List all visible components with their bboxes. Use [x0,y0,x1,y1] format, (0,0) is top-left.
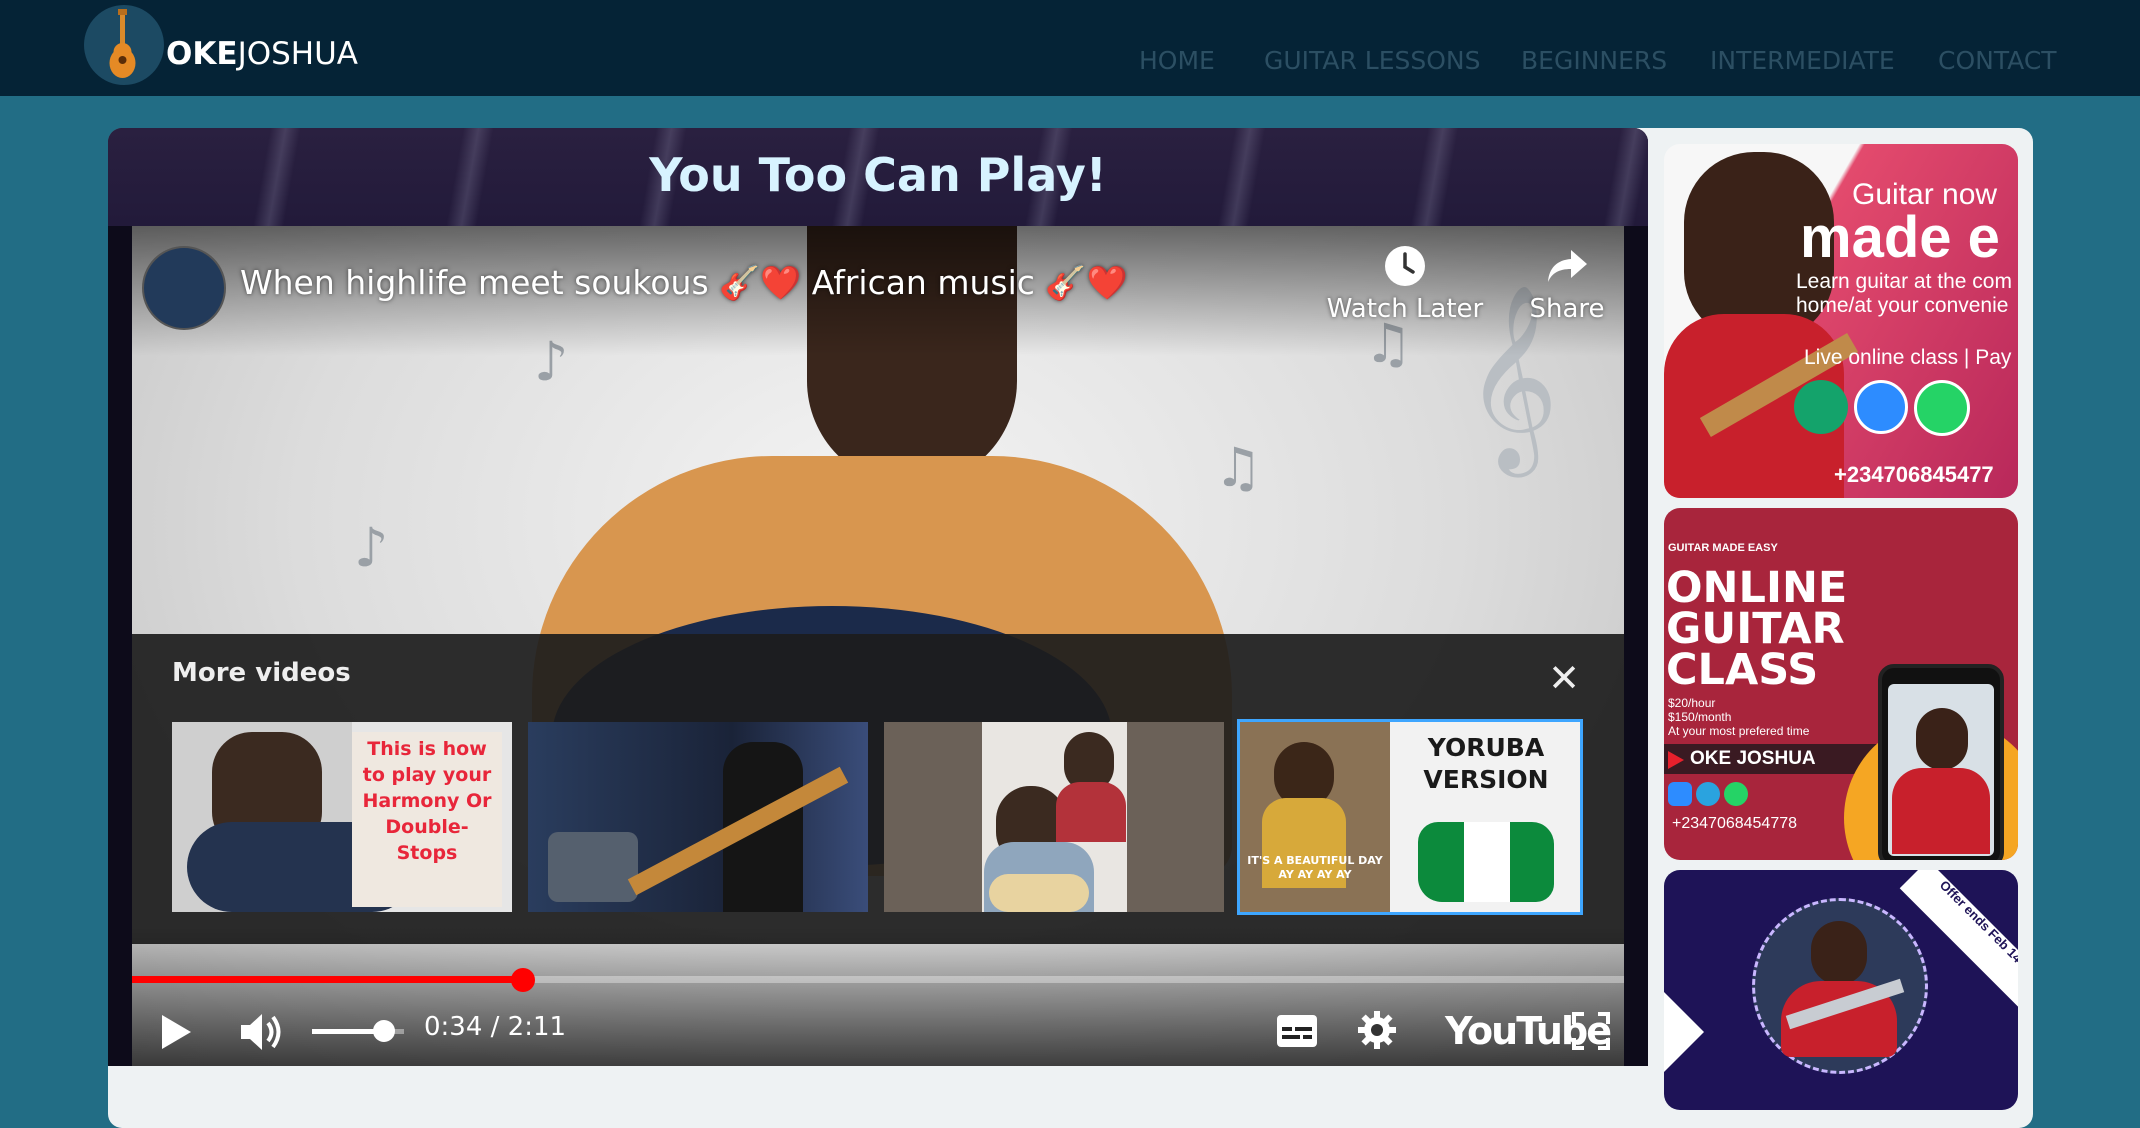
volume-handle[interactable] [372,1020,395,1042]
ad-guitar-made-easy[interactable]: Guitar now made e Learn guitar at the co… [1664,144,2018,498]
progress-bar[interactable] [132,968,1624,992]
ad1-phone: +234706845477 [1834,462,1994,487]
clock-icon [1385,246,1425,286]
play-triangle-icon [1668,751,1684,769]
brand-name[interactable]: OKEJOSHUA [166,36,358,72]
nav-contact[interactable]: CONTACT [1938,46,2057,75]
zoom-icon [1854,380,1908,434]
ad1-line5: Live online class | Pay [1804,346,2012,369]
whatsapp-icon [1724,782,1748,806]
phone-mockup [1878,664,2004,860]
whatsapp-icon [1914,380,1970,436]
youtube-player[interactable]: ♪ ♫ 𝄞 ♪ ♫ When highlife meet soukous 🎸❤️… [132,226,1624,1066]
thumb-4-subcaption: IT'S A BEAUTIFUL DAY AY AY AY AY [1247,854,1383,881]
ad1-line4: home/at your convenie [1796,294,2009,317]
music-note-icon: ♪ [354,516,389,579]
fullscreen-icon[interactable] [1572,1012,1610,1055]
scrubber-handle[interactable] [510,968,535,992]
music-note-icon: ♫ [1214,436,1263,499]
video-title[interactable]: When highlife meet soukous 🎸❤️ African m… [240,263,1128,303]
ad2-title: ONLINE GUITAR CLASS [1666,563,1848,695]
subtitles-icon[interactable] [1276,1014,1318,1053]
ad-offer[interactable]: Offer ends Feb 14 [1664,870,2018,1110]
suggested-video-thumb-4[interactable]: IT'S A BEAUTIFUL DAY AY AY AY AY YORUBA … [1237,719,1583,915]
volume-slider[interactable] [312,1020,404,1042]
suggested-video-thumb-1[interactable]: This is how to play your Harmony Or Doub… [172,722,512,912]
time-display: 0:34 / 2:11 [424,1012,567,1042]
more-videos-title: More videos [172,658,351,688]
close-icon[interactable]: ✕ [1544,658,1584,698]
volume-icon[interactable] [238,1010,284,1059]
nigeria-flag-icon [1418,822,1554,902]
ad2-phone: +2347068454778 [1672,815,1798,832]
share-arrow-icon [1548,250,1587,282]
zoom-icon [1668,782,1692,806]
share-label: Share [1529,294,1605,324]
brand-first: OKE [166,36,238,72]
ad1-line2: made e [1800,205,2000,270]
thumb-1-caption: This is how to play your Harmony Or Doub… [362,738,492,864]
arrow-icon [1664,992,1704,1072]
navbar: OKEJOSHUA HOME GUITAR LESSONS BEGINNERS … [0,0,2140,96]
nav-guitar-lessons[interactable]: GUITAR LESSONS [1264,46,1481,75]
nav-beginners[interactable]: BEGINNERS [1521,46,1667,75]
thumb-4-caption: YORUBA VERSION [1423,733,1549,794]
brand-last: JOSHUA [237,36,358,72]
ad-online-guitar-class[interactable]: GUITAR MADE EASY ONLINE GUITAR CLASS $20… [1664,508,2018,860]
section-header: You Too Can Play! [108,128,1648,226]
channel-avatar[interactable] [142,246,226,330]
share-button[interactable]: Share [1522,244,1612,324]
watch-later-button[interactable]: Watch Later [1325,244,1485,324]
guitar-logo-icon[interactable] [84,5,164,85]
play-icon[interactable] [158,1012,194,1057]
meet-icon [1794,380,1848,434]
ad1-line3: Learn guitar at the com [1796,270,2012,293]
ad2-prices: $20/hour $150/month At your most prefere… [1668,696,1810,738]
telegram-icon [1696,782,1720,806]
watch-later-label: Watch Later [1326,294,1484,324]
settings-gear-icon[interactable] [1357,1010,1397,1055]
suggested-video-thumb-2[interactable] [528,722,868,912]
nav-home[interactable]: HOME [1139,46,1215,75]
section-title: You Too Can Play! [649,148,1107,202]
offer-avatar [1752,898,1928,1074]
video-section: You Too Can Play! ♪ ♫ 𝄞 ♪ ♫ When highlif… [108,128,1648,1066]
progress-played [132,976,523,983]
nav-intermediate[interactable]: INTERMEDIATE [1710,46,1895,75]
suggested-video-thumb-3[interactable] [884,722,1224,912]
ad2-tag: GUITAR MADE EASY [1668,542,1778,554]
more-videos-panel: More videos ✕ This is how to play your H… [132,634,1624,944]
ad2-name: OKE JOSHUA [1690,748,1816,769]
